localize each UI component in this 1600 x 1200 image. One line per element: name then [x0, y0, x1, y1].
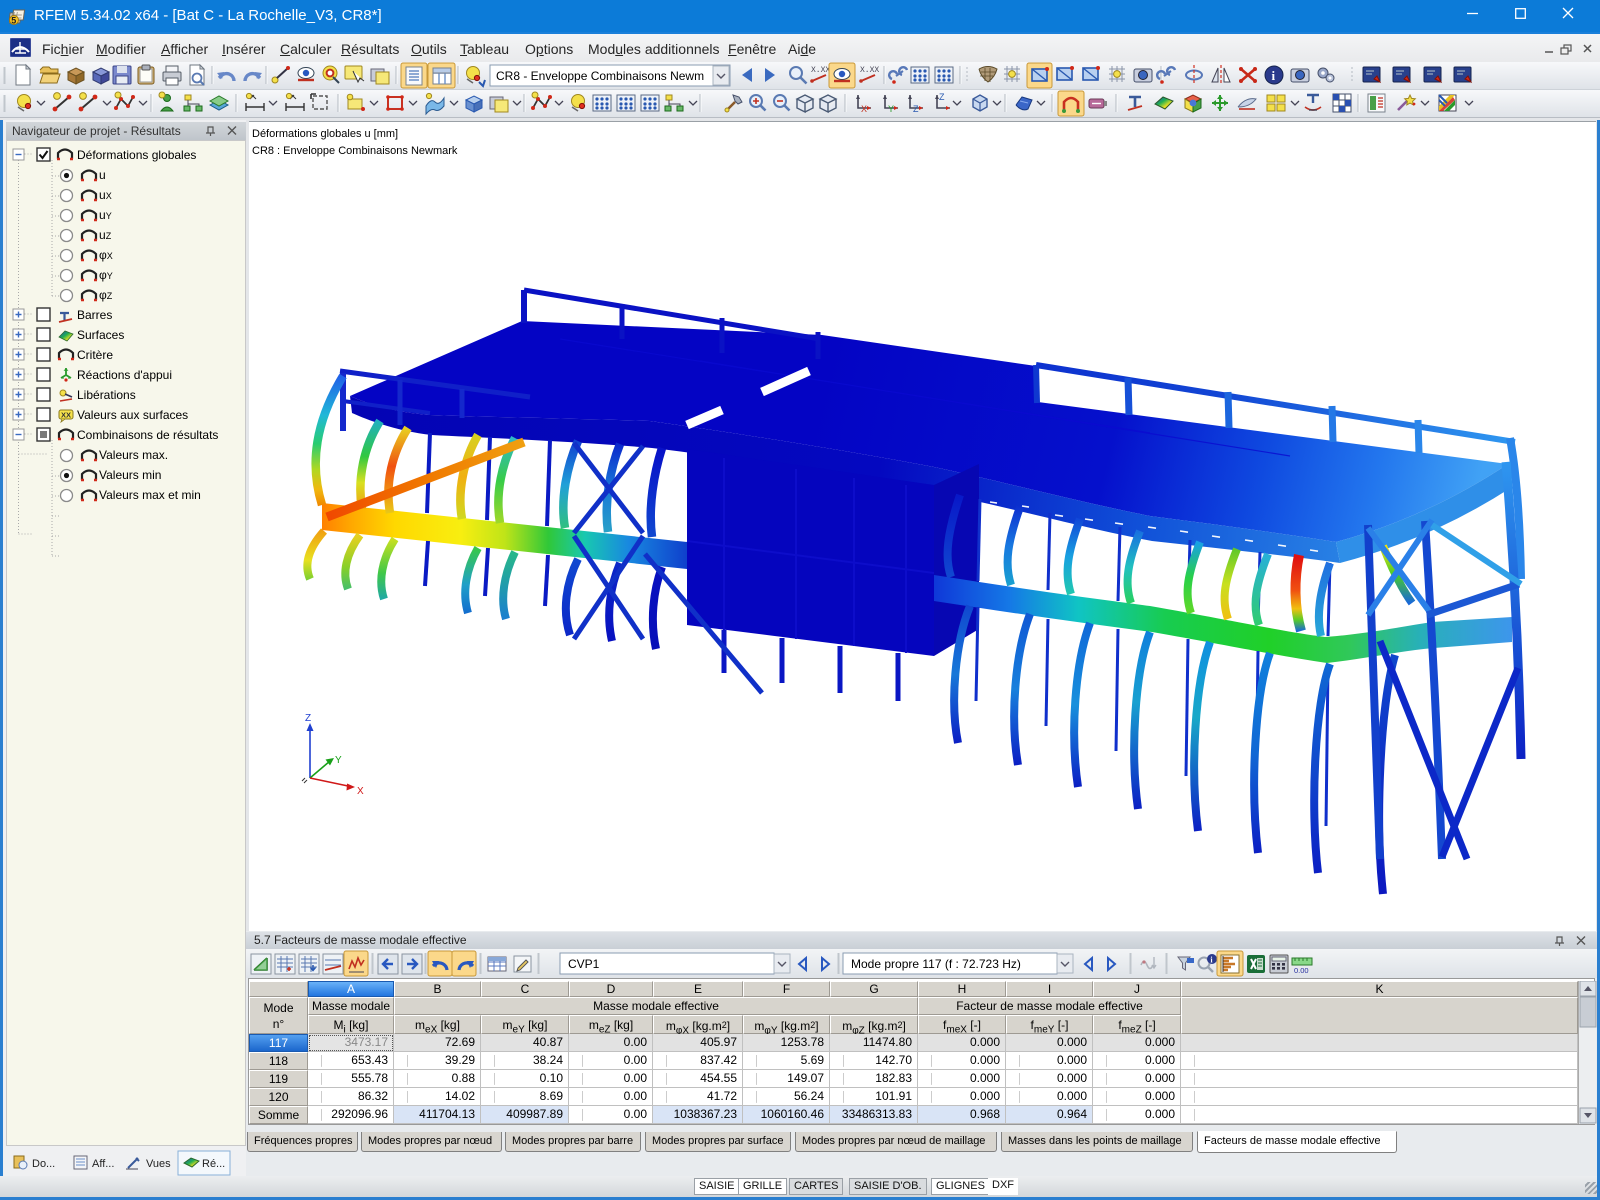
svg-text:5: 5 [11, 16, 16, 26]
svg-text:Do...: Do... [32, 1158, 55, 1170]
svg-text:Vues: Vues [146, 1158, 171, 1170]
svg-text:Mode propre 117 (f : 72.723 Hz: Mode propre 117 (f : 72.723 Hz) [851, 957, 1021, 971]
svg-text:CR8 - Enveloppe Combinaisons N: CR8 - Enveloppe Combinaisons Newm [496, 69, 704, 83]
svg-text:Z: Z [305, 713, 311, 724]
svg-text:Aff...: Aff... [92, 1158, 114, 1170]
svg-text:Y: Y [335, 755, 342, 766]
svg-text:Ré...: Ré... [202, 1158, 225, 1170]
svg-text:Z: Z [939, 92, 945, 102]
svg-text:X: X [357, 786, 364, 797]
svg-text:X: X [861, 104, 867, 114]
svg-text:Z: Z [913, 104, 919, 114]
svg-text:Y: Y [888, 104, 894, 114]
svg-text:CVP1: CVP1 [568, 957, 600, 971]
